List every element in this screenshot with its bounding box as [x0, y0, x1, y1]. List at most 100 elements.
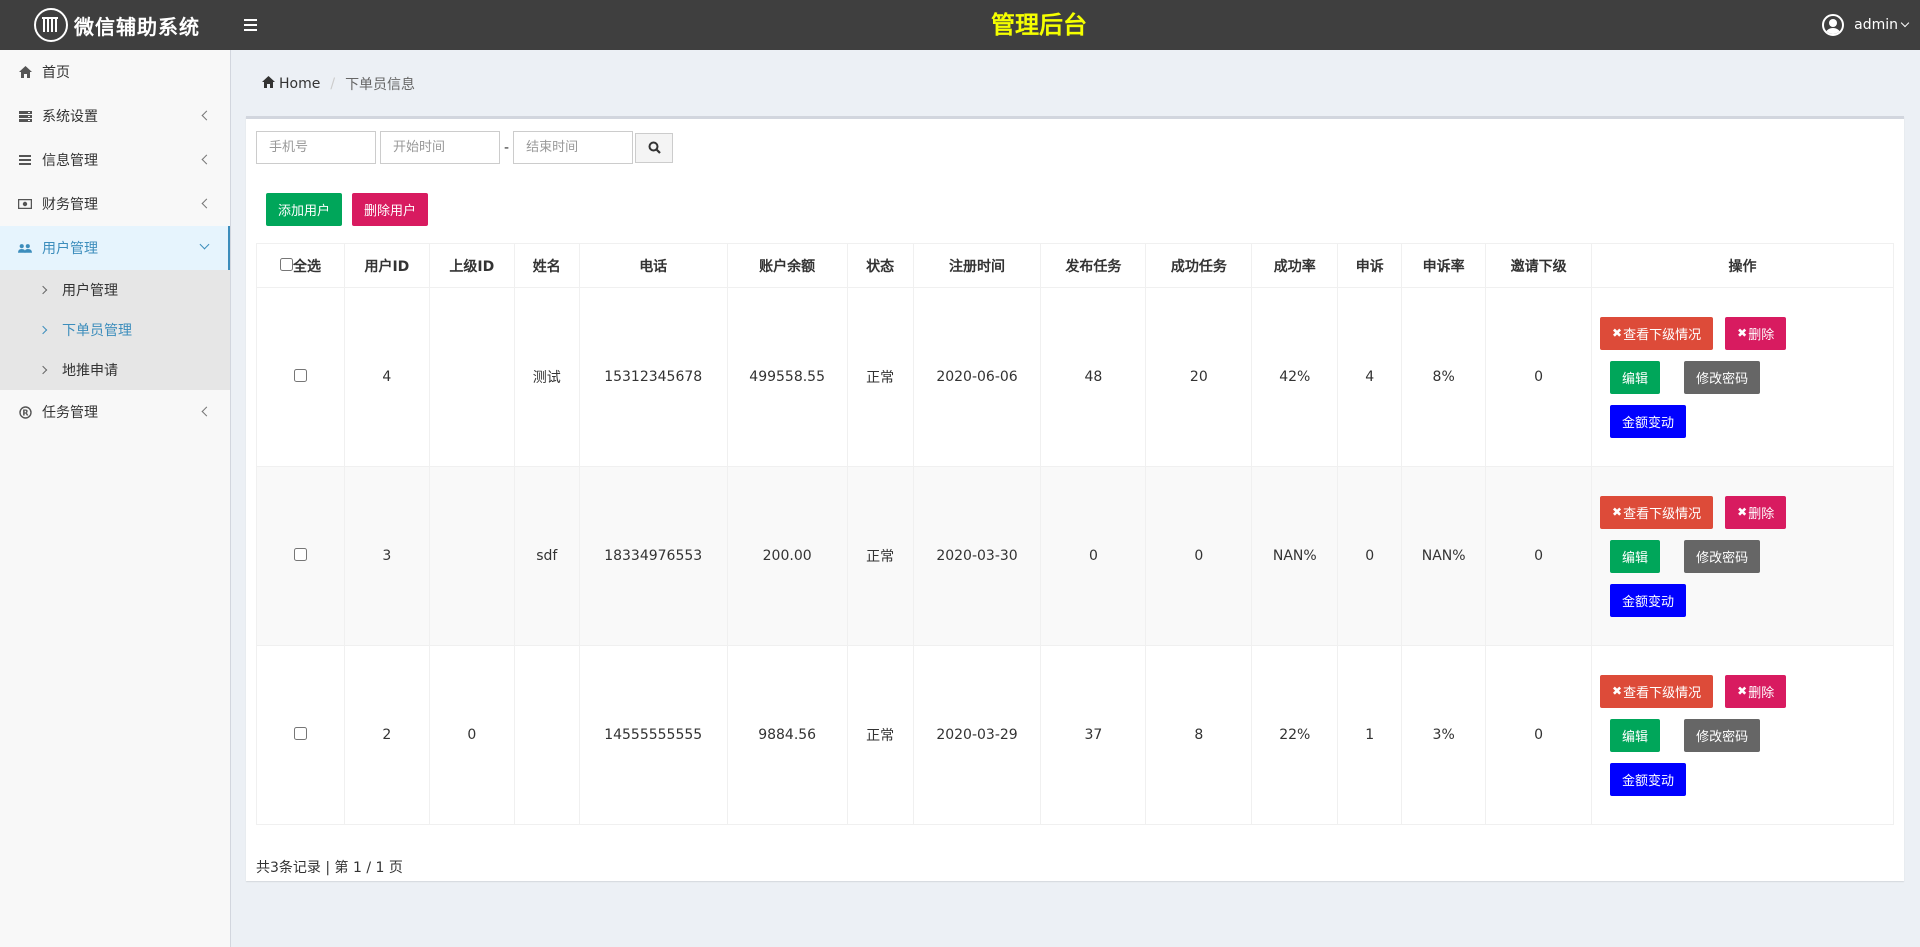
cell-invite: 0	[1485, 466, 1593, 646]
cell-published-tasks: 48	[1040, 287, 1147, 467]
column-header: 账户余额	[726, 243, 848, 288]
edit-button[interactable]: 编辑	[1610, 360, 1661, 394]
cell-published-tasks: 0	[1040, 466, 1147, 646]
cell-balance: 200.00	[726, 466, 848, 646]
select-all-label: 全选	[292, 258, 321, 275]
edit-button[interactable]: 编辑	[1610, 718, 1661, 752]
sidebar-item-info-management[interactable]: 信息管理	[0, 138, 230, 182]
row-checkbox[interactable]	[293, 368, 307, 382]
cell-appeal: 4	[1337, 287, 1403, 467]
select-all-checkbox[interactable]	[279, 257, 293, 271]
cell-operations: ✖ 查看下级情况 ✖ 删除 编辑 修改密码 金额变动	[1591, 466, 1894, 646]
phone-input[interactable]	[256, 131, 376, 164]
cell-name: sdf	[513, 466, 580, 646]
delete-user-button[interactable]: 删除用户	[352, 193, 429, 226]
cell-operations: ✖ 查看下级情况 ✖ 删除 编辑 修改密码 金额变动	[1591, 287, 1894, 467]
sidebar-item-task-management[interactable]: R 任务管理	[0, 390, 230, 434]
cell-status: 正常	[846, 287, 914, 467]
delete-row-button[interactable]: ✖ 删除	[1725, 674, 1787, 708]
home-icon	[18, 65, 32, 79]
submenu-item-promotion-application[interactable]: 地推申请	[0, 350, 230, 390]
change-password-button[interactable]: 修改密码	[1684, 539, 1761, 573]
button-label: 查看下级情况	[1623, 685, 1702, 701]
delete-row-button[interactable]: ✖ 删除	[1725, 495, 1787, 529]
button-label: 删除	[1748, 327, 1775, 343]
sidebar-item-system-settings[interactable]: 系统设置	[0, 94, 230, 138]
row-checkbox[interactable]	[293, 547, 307, 561]
cell-success-rate: 22%	[1251, 645, 1339, 825]
sidebar-item-user-management[interactable]: 用户管理	[0, 226, 230, 270]
server-icon	[18, 109, 32, 123]
balance-change-button[interactable]: 金额变动	[1610, 404, 1687, 438]
cell-parent-id: 0	[428, 645, 515, 825]
submenu-item-user-management[interactable]: 用户管理	[0, 270, 230, 310]
date-separator: -	[504, 139, 510, 156]
svg-text:R: R	[22, 408, 28, 417]
view-subordinates-button[interactable]: ✖ 查看下级情况	[1600, 674, 1714, 708]
button-label: 删除	[1748, 685, 1775, 701]
cell-register-time: 2020-03-30	[912, 466, 1042, 646]
button-label: 查看下级情况	[1623, 506, 1702, 522]
money-icon	[18, 197, 32, 211]
cell-status: 正常	[846, 466, 914, 646]
cell-appeal-rate: 8%	[1401, 287, 1487, 467]
logo[interactable]: 微信辅助系统	[0, 0, 230, 50]
add-user-button[interactable]: 添加用户	[266, 193, 343, 226]
delete-row-button[interactable]: ✖ 删除	[1725, 316, 1787, 350]
logo-text: 微信辅助系统	[74, 14, 200, 39]
change-password-button[interactable]: 修改密码	[1684, 360, 1761, 394]
row-select-cell	[256, 287, 345, 467]
cell-parent-id	[428, 287, 515, 467]
chevron-left-icon	[201, 154, 212, 165]
change-password-button[interactable]: 修改密码	[1684, 718, 1761, 752]
end-time-input[interactable]	[513, 131, 634, 164]
view-subordinates-button[interactable]: ✖ 查看下级情况	[1600, 495, 1714, 529]
cell-name: 测试	[513, 287, 580, 467]
cell-appeal-rate: NAN%	[1401, 466, 1487, 646]
user-menu[interactable]: admin	[1822, 0, 1910, 50]
button-label: 删除	[1748, 506, 1775, 522]
close-icon: ✖	[1612, 684, 1623, 698]
chevron-left-icon	[201, 110, 212, 121]
cell-invite: 0	[1485, 645, 1593, 825]
column-header: 成功任务	[1145, 243, 1253, 288]
search-icon	[648, 141, 661, 154]
table-row: 3 sdf 18334976553 200.00 正常 2020-03-30 0…	[256, 466, 1894, 646]
menu-toggle-icon[interactable]	[244, 15, 260, 35]
content-box: - 添加用户 删除用户 全选 用户ID 上级ID 姓名 电话 账户余额 状态 注…	[246, 116, 1904, 881]
column-header: 状态	[846, 243, 914, 288]
table-row: 2 0 14555555555 9884.56 正常 2020-03-29 37…	[256, 645, 1894, 825]
logo-icon	[34, 8, 68, 42]
balance-change-button[interactable]: 金额变动	[1610, 583, 1687, 617]
button-label: 查看下级情况	[1623, 327, 1702, 343]
submenu-item-label: 地推申请	[62, 363, 118, 379]
chevron-right-icon	[38, 285, 48, 295]
user-circle-icon	[1822, 14, 1845, 36]
row-checkbox[interactable]	[293, 726, 307, 740]
cell-balance: 9884.56	[726, 645, 848, 825]
sidebar: 首页 系统设置 信息管理 财务管理 用户管理 用户管理 下单员管理 地推申请 R…	[0, 50, 231, 947]
edit-button[interactable]: 编辑	[1610, 539, 1661, 573]
cell-success-tasks: 0	[1145, 466, 1253, 646]
view-subordinates-button[interactable]: ✖ 查看下级情况	[1600, 316, 1714, 350]
breadcrumb-home-link[interactable]: Home	[279, 76, 320, 92]
cell-phone: 15312345678	[578, 287, 728, 467]
start-time-input[interactable]	[380, 131, 500, 164]
chevron-down-icon	[1900, 18, 1910, 28]
close-icon: ✖	[1737, 326, 1748, 340]
cell-name	[513, 645, 580, 825]
sidebar-item-finance-management[interactable]: 财务管理	[0, 182, 230, 226]
column-header: 用户ID	[343, 243, 430, 288]
column-header: 操作	[1591, 243, 1894, 288]
balance-change-button[interactable]: 金额变动	[1610, 762, 1687, 796]
sidebar-item-label: 信息管理	[42, 153, 98, 169]
breadcrumb-current: 下单员信息	[345, 77, 416, 93]
submenu-item-orderer-management[interactable]: 下单员管理	[0, 310, 230, 350]
search-button[interactable]	[635, 132, 674, 163]
user-table: 全选 用户ID 上级ID 姓名 电话 账户余额 状态 注册时间 发布任务 成功任…	[256, 243, 1894, 825]
sidebar-item-home[interactable]: 首页	[0, 50, 230, 94]
column-header: 申诉	[1337, 243, 1403, 288]
chevron-left-icon	[201, 406, 212, 417]
cell-appeal-rate: 3%	[1401, 645, 1487, 825]
close-icon: ✖	[1737, 505, 1748, 519]
